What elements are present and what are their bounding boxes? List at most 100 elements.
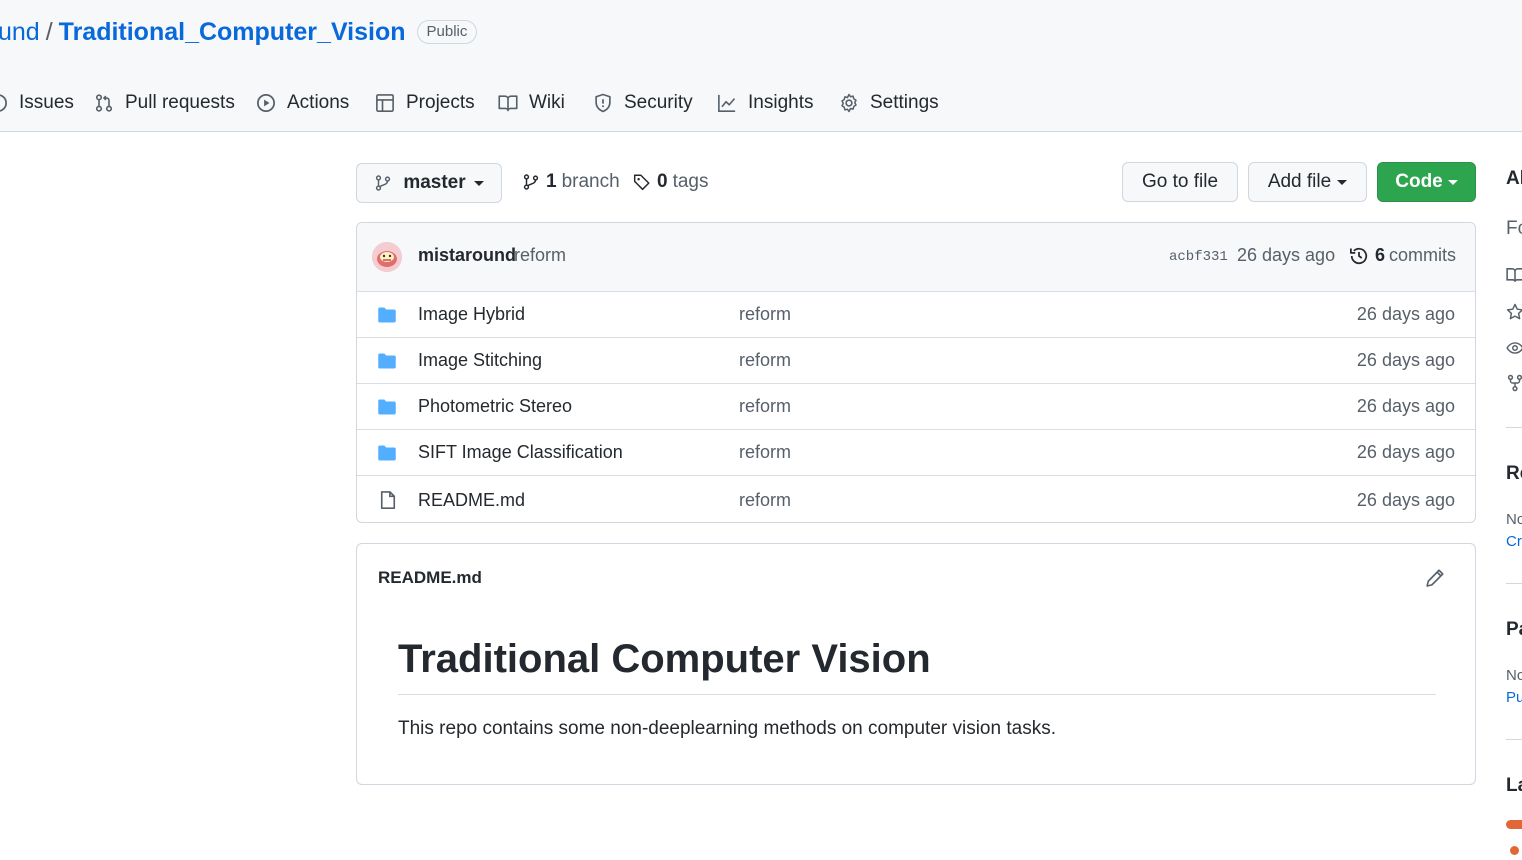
readme-body: This repo contains some non-deeplearning… [398,718,1056,739]
path-separator: / [45,17,53,46]
pencil-icon[interactable] [1425,568,1445,588]
file-commit-message[interactable]: reform [739,442,791,463]
tab-wiki[interactable]: Wiki [498,88,565,118]
pull-request-icon [95,94,113,112]
gear-icon [841,93,857,113]
tab-settings-label: Settings [870,92,939,113]
branch-icon [523,174,539,190]
publish-package-link[interactable]: Pu [1506,689,1522,706]
folder-icon [378,399,396,415]
file-age: 26 days ago [1356,490,1455,510]
chevron-down-icon [473,180,484,186]
language-bar [1506,820,1522,829]
folder-icon [378,353,396,369]
tab-pull-requests-label: Pull requests [125,92,235,113]
tab-wiki-label: Wiki [529,92,565,113]
add-file-label: Add file [1267,171,1332,192]
readme-heading: Traditional Computer Vision [398,636,1436,695]
repo-title: und / Traditional_Computer_Vision Public [0,16,478,48]
tab-security-label: Security [624,92,693,113]
folder-icon [378,445,396,461]
play-icon [257,94,275,112]
file-commit-message[interactable]: reform [739,304,791,325]
file-row[interactable]: Photometric Stereo reform 26 days ago [357,383,1475,429]
commit-label: commits [1389,245,1457,265]
file-name-link[interactable]: Image Hybrid [418,304,525,325]
branch-name: master [403,172,466,193]
tab-actions[interactable]: Actions [256,88,349,118]
file-age: 26 days ago [1356,442,1455,462]
file-icon [380,491,396,509]
sidebar-divider [1506,739,1522,740]
file-commit-message[interactable]: reform [739,350,791,371]
create-release-link[interactable]: Cr [1506,533,1522,550]
tab-projects[interactable]: Projects [375,88,475,118]
file-commit-message[interactable]: reform [739,490,791,511]
releases-text: Nc [1506,511,1522,528]
star-icon [1506,303,1522,320]
file-row[interactable]: README.md reform 26 days ago [357,475,1475,522]
about-sidebar: Al Fc Re Nc Cr Pa Nc Pu La [1506,160,1522,860]
sidebar-divider [1506,427,1522,428]
table-icon [376,94,394,112]
avatar-image [372,242,402,272]
repo-name-link[interactable]: Traditional_Computer_Vision [59,18,406,47]
tab-issues[interactable]: Issues [0,88,74,118]
file-age: 26 days ago [1356,304,1455,324]
tab-issues-label: Issues [19,92,74,113]
go-to-file-button[interactable]: Go to file [1122,162,1238,202]
commit-author-link[interactable]: mistaround [418,245,516,266]
file-name-link[interactable]: Image Stitching [418,350,542,371]
tags-link[interactable]: 0 tags [633,168,709,196]
file-row[interactable]: SIFT Image Classification reform 26 days… [357,429,1475,475]
branch-count: 1 [546,171,557,192]
file-row[interactable]: Image Hybrid reform 26 days ago [357,291,1475,337]
releases-heading[interactable]: Re [1506,463,1522,485]
file-age: 26 days ago [1356,350,1455,370]
avatar[interactable] [372,242,402,272]
file-name-link[interactable]: README.md [418,490,525,511]
commits-history-link[interactable]: 6 commits [1349,245,1456,266]
language-dot [1510,846,1519,855]
repo-owner-link[interactable]: und [0,18,40,47]
code-button[interactable]: Code [1377,162,1476,202]
commit-count: 6 [1375,245,1386,265]
packages-heading[interactable]: Pa [1506,619,1522,641]
add-file-button[interactable]: Add file [1248,162,1367,202]
packages-text: Nc [1506,667,1522,684]
history-icon [1350,247,1368,264]
sidebar-divider [1506,583,1522,584]
tab-security[interactable]: Security [593,88,693,118]
file-row[interactable]: Image Stitching reform 26 days ago [357,337,1475,383]
chevron-down-icon [1337,179,1348,185]
branches-link[interactable]: 1 branch [522,168,620,196]
branch-icon [376,175,391,191]
tab-insights[interactable]: Insights [717,88,813,118]
graph-icon [718,94,736,112]
tab-pull-requests[interactable]: Pull requests [94,88,235,118]
commit-message-link[interactable]: reform [514,245,566,266]
tag-count: 0 [657,171,668,192]
tab-projects-label: Projects [406,92,475,113]
latest-commit-bar: mistaround reform acbf331 26 days ago 6 … [357,223,1475,292]
file-name-link[interactable]: SIFT Image Classification [418,442,623,463]
visibility-badge: Public [416,20,478,44]
commit-sha-link[interactable]: acbf331 [1169,249,1228,265]
book-icon [498,95,518,112]
shield-icon [595,93,611,113]
branch-select-button[interactable]: master [356,163,502,203]
tab-settings[interactable]: Settings [839,88,939,118]
code-button-label: Code [1395,171,1443,192]
tag-label: tags [672,171,709,192]
file-name-link[interactable]: Photometric Stereo [418,396,572,417]
file-commit-message[interactable]: reform [739,396,791,417]
about-description: Fc [1506,218,1522,239]
readme-panel: README.md Traditional Computer Vision Th… [356,543,1476,785]
fork-icon [1507,374,1522,392]
tab-actions-label: Actions [287,92,350,113]
readme-filename-link[interactable]: README.md [378,568,482,588]
repo-header: und / Traditional_Computer_Vision Public… [0,0,1522,132]
book-icon [1506,268,1522,282]
about-heading: Al [1506,168,1522,189]
tab-insights-label: Insights [748,92,814,113]
